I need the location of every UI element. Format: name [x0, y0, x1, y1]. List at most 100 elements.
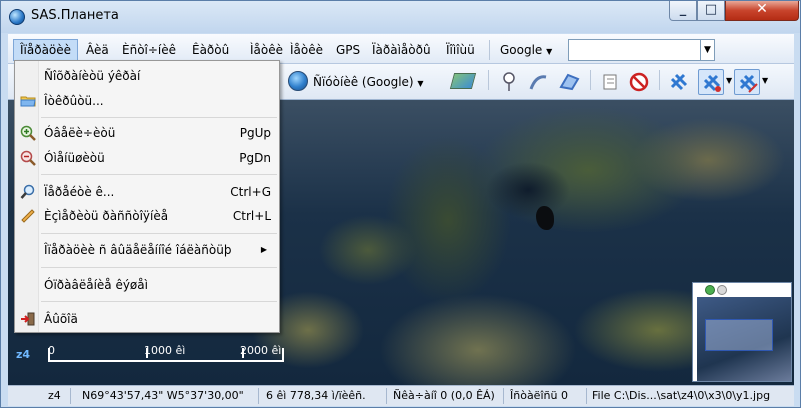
menu-item-label: Ïåðåéòè ê... [44, 185, 115, 199]
menu-marks-2[interactable]: Ìåòêè [284, 39, 329, 61]
menu-separator [41, 174, 277, 175]
minimize-button[interactable]: _ [669, 1, 697, 21]
menu-marks[interactable]: Ìåòêè [244, 39, 289, 61]
status-scale: 6 êì 778,34 ì/ïèêñ. [266, 389, 366, 402]
close-icon: ✕ [756, 1, 768, 17]
hide-marks-button[interactable] [626, 69, 652, 95]
search-provider-label: Google [500, 43, 543, 57]
status-zoom: z4 [48, 389, 61, 402]
menu-item-shortcut: Ctrl+L [232, 209, 271, 223]
menu-item-label: Ñîõðàíèòü ýêðàí [44, 69, 141, 83]
menu-item-shortcut: PgUp [239, 126, 271, 140]
menu-gps[interactable]: GPS [330, 39, 366, 61]
chevron-down-icon: ▼ [546, 47, 553, 56]
menu-item-measure[interactable]: Èçìåðèòü ðàññòîÿíèå Ctrl+L [17, 205, 277, 227]
minimap[interactable] [692, 282, 792, 382]
menu-item-label: Âûõîä [44, 312, 78, 326]
menu-help[interactable]: Ïîìîùü [440, 39, 481, 61]
menu-item-label: Óâåëè÷èòü [44, 126, 116, 140]
polygon-icon [559, 73, 580, 91]
app-globe-icon [9, 9, 25, 25]
toolbar-separator [488, 70, 489, 90]
map-dark-lake [536, 206, 554, 230]
satellite-icon [670, 73, 688, 91]
submenu-arrow-icon: ▶ [260, 245, 267, 254]
list-icon [603, 74, 617, 90]
add-placemark-button[interactable] [496, 69, 522, 95]
gps-center-button[interactable] [734, 69, 760, 95]
menu-item-label: Èçìåðèòü ðàññòîÿíèå [44, 209, 169, 223]
close-button[interactable]: ✕ [725, 1, 799, 21]
operations-menu: Ñîõðàíèòü ýêðàí Îòêðûòü... Óâåëè÷èòü PgU… [14, 60, 280, 333]
menu-separator [489, 40, 490, 60]
search-dropdown-arrow-icon[interactable]: ▼ [700, 40, 714, 60]
folder-icon [20, 96, 36, 107]
marks-list-button[interactable] [598, 69, 624, 95]
status-separator [386, 388, 387, 404]
satellite-track-icon [703, 74, 721, 92]
search-provider-dropdown[interactable]: Google ▼ [496, 39, 556, 61]
map-source-dropdown[interactable]: Ñïóòíèê (Google) ▼ [313, 70, 424, 94]
menu-item-go-to[interactable]: Ïåðåéòè ê... Ctrl+G [17, 181, 277, 203]
search-input[interactable]: ▼ [568, 39, 715, 61]
menu-item-zoom-out[interactable]: Óìåíüøèòü PgDn [17, 147, 277, 169]
minimize-icon: _ [679, 2, 687, 17]
menu-operations[interactable]: Îïåðàöèè [13, 39, 79, 61]
map-source-label: Ñïóòíèê (Google) [313, 75, 414, 89]
menu-item-selection-operations[interactable]: Îïåðàöèè ñ âûäåëåííîé îáëàñòüþ ▶ [17, 239, 277, 261]
menu-separator [41, 267, 277, 268]
status-coordinates: N69°43'57,43" W5°37'30,00" [82, 389, 244, 402]
status-separator [70, 388, 71, 404]
menu-separator [41, 301, 277, 302]
menu-item-label: Óïðàâëåíèå êýøåì [44, 278, 148, 292]
minimap-zoom-out-icon[interactable] [717, 285, 727, 295]
scale-label-2000: 2000 êì [240, 344, 282, 357]
add-path-button[interactable] [526, 69, 552, 95]
no-marks-icon [629, 72, 649, 92]
zoom-level-badge: z4 [16, 348, 31, 361]
globe-icon[interactable] [288, 71, 308, 91]
menu-item-label: Óìåíüøèòü [44, 151, 105, 165]
title-bar[interactable]: SAS.Планета _ □ ✕ [1, 1, 800, 33]
menu-item-shortcut: PgDn [239, 151, 271, 165]
exit-icon [21, 312, 35, 326]
status-file-path: File C:\Dis...\sat\z4\0\x3\0\y1.jpg [592, 389, 771, 402]
zoom-in-icon [20, 125, 36, 141]
status-separator [258, 388, 259, 404]
menu-source[interactable]: Èñòî÷íèê [116, 39, 182, 61]
toolbar-separator [590, 70, 591, 90]
chevron-down-icon: ▼ [417, 79, 424, 88]
menu-view[interactable]: Âèä [80, 39, 115, 61]
gps-track-button[interactable] [698, 69, 724, 95]
menu-item-label: Îïåðàöèè ñ âûäåëåííîé îáëàñòüþ [44, 243, 232, 257]
status-bar: z4 N69°43'57,43" W5°37'30,00" 6 êì 778,3… [8, 385, 794, 406]
maximize-button[interactable]: □ [697, 1, 725, 21]
menu-item-exit[interactable]: Âûõîä [17, 308, 277, 330]
chevron-down-icon[interactable]: ▼ [762, 76, 768, 85]
status-download-queue: Ñêà÷àíî 0 (0,0 ÊÁ) [393, 389, 495, 402]
menu-maps[interactable]: Êàðòû [186, 39, 235, 61]
layers-icon[interactable] [449, 73, 477, 89]
chevron-down-icon[interactable]: ▼ [726, 76, 732, 85]
maximize-icon: □ [704, 2, 718, 17]
scale-label-1000: 1000 êì [144, 344, 186, 357]
menu-item-save-screen[interactable]: Ñîõðàíèòü ýêðàí [17, 65, 277, 87]
placemark-icon [503, 72, 515, 91]
add-polygon-button[interactable] [556, 69, 582, 95]
window-title: SAS.Планета [31, 8, 119, 23]
scale-label-0: 0 [48, 344, 55, 357]
status-separator [503, 388, 504, 404]
menu-separator [41, 233, 277, 234]
menu-item-open[interactable]: Îòêðûòü... [17, 90, 277, 112]
menu-item-cache-management[interactable]: Óïðàâëåíèå êýøåì [17, 274, 277, 296]
menu-separator [41, 117, 277, 118]
toolbar-separator [659, 70, 660, 90]
minimap-zoom-in-icon[interactable] [705, 285, 715, 295]
gps-button[interactable] [666, 69, 692, 95]
menu-parameters[interactable]: Ïàðàìåòðû [366, 39, 437, 61]
menu-item-zoom-in[interactable]: Óâåëè÷èòü PgUp [17, 122, 277, 144]
status-separator [586, 388, 587, 404]
ruler-icon [21, 209, 35, 223]
zoom-out-icon [20, 150, 36, 166]
minimap-viewport-frame[interactable] [705, 319, 773, 351]
